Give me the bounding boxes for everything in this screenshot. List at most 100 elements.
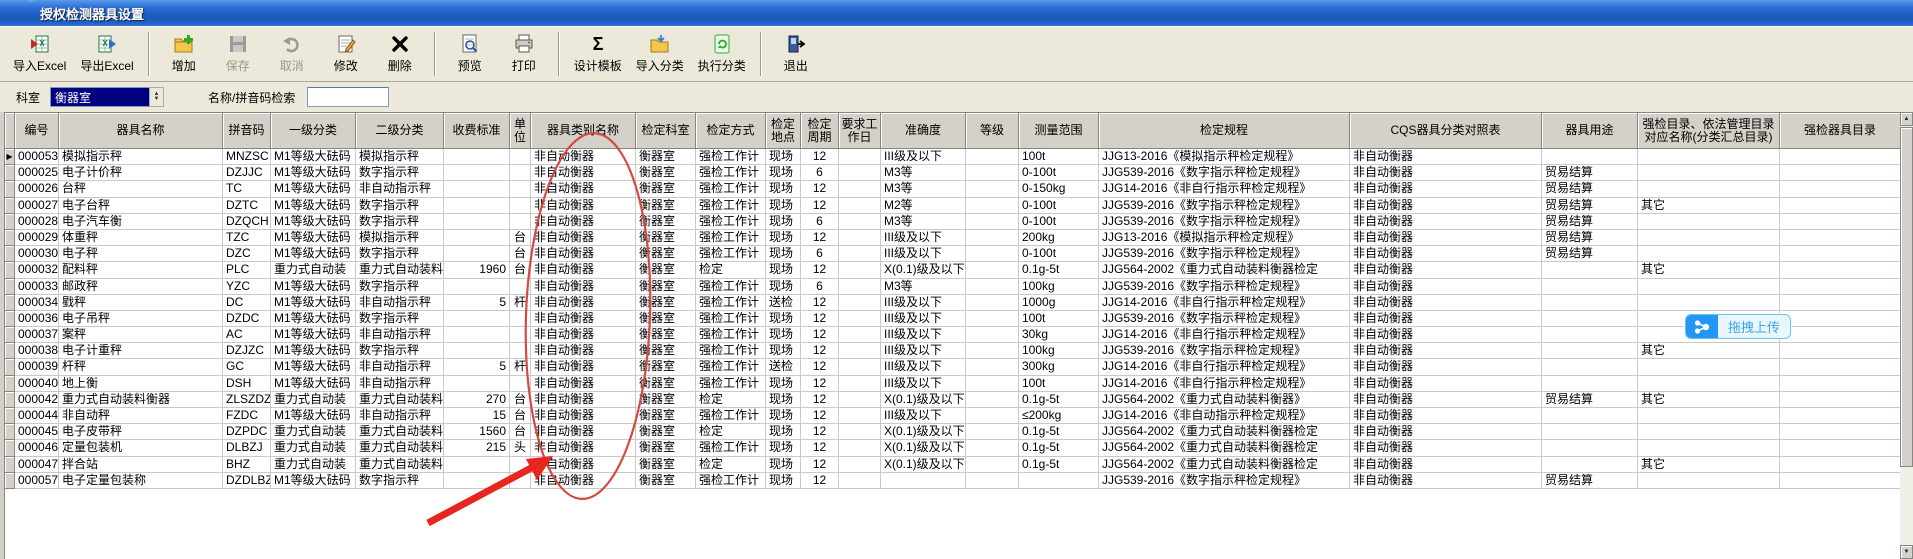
cell-cqs[interactable]: 非自动衡器: [1350, 165, 1542, 181]
cell-fee[interactable]: [444, 457, 510, 473]
column-header-no[interactable]: 编号: [15, 113, 59, 149]
cell-place[interactable]: 现场: [766, 327, 801, 343]
cell-workdays[interactable]: [839, 295, 881, 311]
cell-grade[interactable]: [966, 230, 1019, 246]
cell-devclass[interactable]: 非自动衡器: [531, 149, 636, 165]
cell-unit[interactable]: [510, 327, 531, 343]
cell-cqs[interactable]: 非自动衡器: [1350, 214, 1542, 230]
cell-workdays[interactable]: [839, 230, 881, 246]
cell-unit[interactable]: 头: [510, 440, 531, 456]
cell-usage[interactable]: 贸易结算: [1542, 198, 1638, 214]
cell-cat2[interactable]: 重力式自动装料: [356, 262, 444, 278]
cell-no[interactable]: 000029: [15, 230, 59, 246]
column-header-catalog_name[interactable]: 强检目录、依法管理目录对应名称(分类汇总目录): [1638, 113, 1780, 149]
cell-name[interactable]: 杆秤: [59, 359, 223, 375]
cell-unit[interactable]: [510, 165, 531, 181]
cell-catalog_name[interactable]: [1638, 165, 1780, 181]
cell-cat2[interactable]: 非自动指示秤: [356, 359, 444, 375]
cell-dept[interactable]: 衡器室: [636, 214, 696, 230]
cell-cycle[interactable]: 6: [801, 165, 839, 181]
cell-fee[interactable]: [444, 214, 510, 230]
cell-grade[interactable]: [966, 440, 1019, 456]
cell-cat2[interactable]: 非自动指示秤: [356, 327, 444, 343]
cell-usage[interactable]: [1542, 262, 1638, 278]
cell-dept[interactable]: 衡器室: [636, 279, 696, 295]
table-row[interactable]: 000029体重秤TZCM1等级大砝码模拟指示秤台非自动衡器衡器室强检工作计现场…: [5, 230, 1900, 246]
cell-usage[interactable]: [1542, 295, 1638, 311]
cell-range[interactable]: ≤200kg: [1019, 408, 1099, 424]
table-row[interactable]: 000047拌合站BHZ重力式自动装重力式自动装料非自动衡器衡器室检定现场12X…: [5, 457, 1900, 473]
cell-pinyin[interactable]: DZQCH: [223, 214, 271, 230]
row-selector-cell[interactable]: [5, 279, 15, 295]
cell-devclass[interactable]: 非自动衡器: [531, 311, 636, 327]
cell-place[interactable]: 送检: [766, 359, 801, 375]
cell-workdays[interactable]: [839, 181, 881, 197]
cell-name[interactable]: 电子皮带秤: [59, 424, 223, 440]
cell-place[interactable]: 现场: [766, 408, 801, 424]
cell-unit[interactable]: [510, 457, 531, 473]
cell-workdays[interactable]: [839, 214, 881, 230]
cell-range[interactable]: 300kg: [1019, 359, 1099, 375]
cell-cat2[interactable]: 非自动指示秤: [356, 408, 444, 424]
cell-grade[interactable]: [966, 457, 1019, 473]
row-selector-cell[interactable]: [5, 311, 15, 327]
cell-no[interactable]: 000047: [15, 457, 59, 473]
cell-fee[interactable]: [444, 473, 510, 489]
cell-fee[interactable]: [444, 376, 510, 392]
cell-catalog[interactable]: [1780, 440, 1900, 456]
cell-unit[interactable]: [510, 376, 531, 392]
exit-button[interactable]: 退出: [769, 29, 823, 79]
cell-cat1[interactable]: M1等级大砝码: [271, 408, 356, 424]
column-header-range[interactable]: 测量范围: [1019, 113, 1099, 149]
cell-catalog[interactable]: [1780, 198, 1900, 214]
cell-pinyin[interactable]: MNZSC: [223, 149, 271, 165]
column-header-accuracy[interactable]: 准确度: [881, 113, 966, 149]
cell-grade[interactable]: [966, 246, 1019, 262]
cell-dept[interactable]: 衡器室: [636, 246, 696, 262]
cell-catalog_name[interactable]: [1638, 473, 1780, 489]
table-row[interactable]: 000040地上衡DSHM1等级大砝码非自动指示秤非自动衡器衡器室强检工作计现场…: [5, 376, 1900, 392]
cell-name[interactable]: 电子计价秤: [59, 165, 223, 181]
cell-workdays[interactable]: [839, 473, 881, 489]
cell-dept[interactable]: 衡器室: [636, 473, 696, 489]
cell-usage[interactable]: 贸易结算: [1542, 473, 1638, 489]
cell-workdays[interactable]: [839, 440, 881, 456]
cell-name[interactable]: 地上衡: [59, 376, 223, 392]
cell-cycle[interactable]: 12: [801, 408, 839, 424]
cell-catalog_name[interactable]: 其它: [1638, 262, 1780, 278]
cell-method[interactable]: 检定: [696, 457, 766, 473]
row-selector-cell[interactable]: [5, 408, 15, 424]
row-selector-cell[interactable]: [5, 262, 15, 278]
column-header-catalog[interactable]: 强检器具目录: [1780, 113, 1900, 149]
cell-place[interactable]: 现场: [766, 198, 801, 214]
cell-dept[interactable]: 衡器室: [636, 392, 696, 408]
cell-cat2[interactable]: 重力式自动装料: [356, 457, 444, 473]
cell-devclass[interactable]: 非自动衡器: [531, 327, 636, 343]
cell-regulation[interactable]: JJG539-2016《数字指示秤检定规程》: [1099, 214, 1350, 230]
cell-name[interactable]: 配料秤: [59, 262, 223, 278]
cell-no[interactable]: 000034: [15, 295, 59, 311]
cell-place[interactable]: 现场: [766, 279, 801, 295]
cell-cat1[interactable]: M1等级大砝码: [271, 149, 356, 165]
cell-accuracy[interactable]: M3等: [881, 279, 966, 295]
cell-regulation[interactable]: JJG539-2016《数字指示秤检定规程》: [1099, 343, 1350, 359]
cell-no[interactable]: 000045: [15, 424, 59, 440]
cell-range[interactable]: 0.1g-5t: [1019, 424, 1099, 440]
cell-dept[interactable]: 衡器室: [636, 311, 696, 327]
cell-place[interactable]: 现场: [766, 392, 801, 408]
cell-dept[interactable]: 衡器室: [636, 230, 696, 246]
cell-catalog[interactable]: [1780, 343, 1900, 359]
cell-method[interactable]: 强检工作计: [696, 295, 766, 311]
cell-fee[interactable]: [444, 165, 510, 181]
cell-regulation[interactable]: JJG14-2016《非自动指示秤检定规程》: [1099, 408, 1350, 424]
cell-pinyin[interactable]: DZPDC: [223, 424, 271, 440]
cell-cqs[interactable]: 非自动衡器: [1350, 230, 1542, 246]
column-header-unit[interactable]: 单位: [510, 113, 531, 149]
cell-no[interactable]: 000036: [15, 311, 59, 327]
cell-no[interactable]: 000027: [15, 198, 59, 214]
cell-cat1[interactable]: M1等级大砝码: [271, 181, 356, 197]
cell-place[interactable]: 现场: [766, 246, 801, 262]
active-row-indicator[interactable]: ▶: [5, 149, 15, 165]
cell-cqs[interactable]: 非自动衡器: [1350, 295, 1542, 311]
cell-method[interactable]: 强检工作计: [696, 359, 766, 375]
